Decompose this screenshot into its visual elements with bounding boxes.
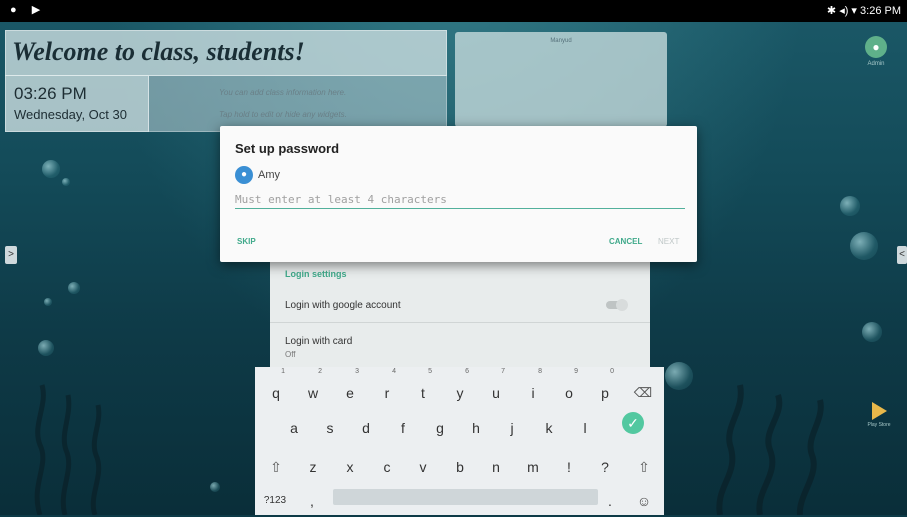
key-f[interactable]: f (391, 412, 415, 442)
key-d[interactable]: d (354, 412, 378, 442)
backspace-icon[interactable]: ⌫ (630, 377, 656, 407)
bubble (850, 232, 878, 260)
shift-right-icon[interactable]: ⇧ (632, 451, 656, 481)
key-x[interactable]: x (338, 451, 362, 481)
bubble (862, 322, 882, 342)
user-avatar-icon: ● (235, 166, 253, 184)
key-s[interactable]: s (318, 412, 342, 442)
key-g[interactable]: g (428, 412, 452, 442)
clock-date: Wednesday, Oct 30 (14, 107, 127, 122)
key-r[interactable]: 4r (375, 368, 399, 407)
login-google-label[interactable]: Login with google account (285, 300, 401, 311)
key-w[interactable]: 2w (301, 368, 325, 407)
login-settings-panel: Login settings Login with google account… (270, 258, 650, 368)
page-left-arrow[interactable]: > (5, 246, 17, 264)
page-right-arrow[interactable]: < (897, 246, 907, 264)
key-t[interactable]: 5t (411, 368, 435, 407)
key-b[interactable]: b (448, 451, 472, 481)
key-o[interactable]: 9o (557, 368, 581, 407)
bubble (44, 298, 52, 306)
key-v[interactable]: v (411, 451, 435, 481)
key-z[interactable]: z (301, 451, 325, 481)
key-i[interactable]: 8i (521, 368, 545, 407)
key-exclamation[interactable]: ! (557, 451, 581, 481)
cancel-button[interactable]: CANCEL (609, 237, 642, 246)
bubble (42, 160, 60, 178)
info-line-1: You can add class information here. (219, 88, 347, 97)
play-store-icon (871, 402, 887, 420)
key-y[interactable]: 6y (448, 368, 472, 407)
key-k[interactable]: k (537, 412, 561, 442)
seaweed-right (716, 384, 824, 515)
bubble (665, 362, 693, 390)
key-l[interactable]: l (573, 412, 597, 442)
key-u[interactable]: 7u (484, 368, 508, 407)
info-line-2: Tap hold to edit or hide any widgets. (219, 110, 347, 119)
clock-time: 03:26 PM (14, 84, 87, 103)
side-widget[interactable]: Manyud (455, 32, 667, 127)
divider (270, 322, 650, 323)
user-name: Amy (258, 169, 280, 181)
key-n[interactable]: n (484, 451, 508, 481)
seaweed-left (34, 384, 102, 515)
symbols-key[interactable]: ?123 (258, 485, 292, 515)
done-check-icon[interactable]: ✓ (622, 412, 644, 434)
key-e[interactable]: 3e (338, 368, 362, 407)
welcome-title: Welcome to class, students! (12, 37, 305, 66)
password-input[interactable] (235, 190, 685, 209)
bubble (210, 482, 220, 492)
status-bar: ● ▶ ✱ ◂) ▾ 3:26 PM (0, 0, 907, 22)
login-settings-header: Login settings (285, 269, 347, 279)
login-google-toggle[interactable] (606, 299, 628, 311)
play-store-shortcut[interactable]: Play Store (866, 402, 892, 428)
admin-avatar-icon: ● (865, 36, 887, 58)
next-button[interactable]: NEXT (658, 237, 679, 246)
login-card-status: Off (285, 350, 296, 359)
key-m[interactable]: m (521, 451, 545, 481)
key-j[interactable]: j (500, 412, 524, 442)
status-time: 3:26 PM (860, 5, 901, 17)
key-period[interactable]: . (600, 485, 620, 515)
admin-label: Admin (867, 61, 885, 67)
key-h[interactable]: h (464, 412, 488, 442)
clock-widget[interactable]: 03:26 PM Wednesday, Oct 30 (5, 75, 149, 132)
bubble (62, 178, 70, 186)
welcome-widget[interactable]: Welcome to class, students! (5, 30, 447, 76)
key-q[interactable]: 1q (264, 368, 288, 407)
notification-icons: ● ▶ (10, 4, 47, 16)
skip-button[interactable]: SKIP (237, 237, 256, 246)
bubble (840, 196, 860, 216)
play-store-label: Play Store (867, 422, 891, 428)
key-comma[interactable]: , (302, 485, 322, 515)
key-question[interactable]: ? (593, 451, 617, 481)
shift-left-icon[interactable]: ⇧ (264, 451, 288, 481)
bubble (68, 282, 80, 294)
side-widget-label: Manyud (550, 38, 572, 44)
key-c[interactable]: c (375, 451, 399, 481)
key-p[interactable]: 0p (593, 368, 617, 407)
admin-shortcut[interactable]: ● Admin (862, 36, 890, 67)
class-info-widget[interactable]: You can add class information here. Tap … (148, 75, 447, 132)
emoji-icon[interactable]: ☺ (632, 485, 656, 515)
dialog-title: Set up password (235, 141, 340, 156)
space-bar[interactable] (333, 489, 598, 505)
key-a[interactable]: a (282, 412, 306, 442)
bubble (38, 340, 54, 356)
status-icons: ✱ ◂) ▾ (826, 5, 857, 17)
login-card-label[interactable]: Login with card (285, 336, 352, 347)
setup-password-dialog: Set up password ● Amy SKIP CANCEL NEXT (220, 126, 697, 262)
